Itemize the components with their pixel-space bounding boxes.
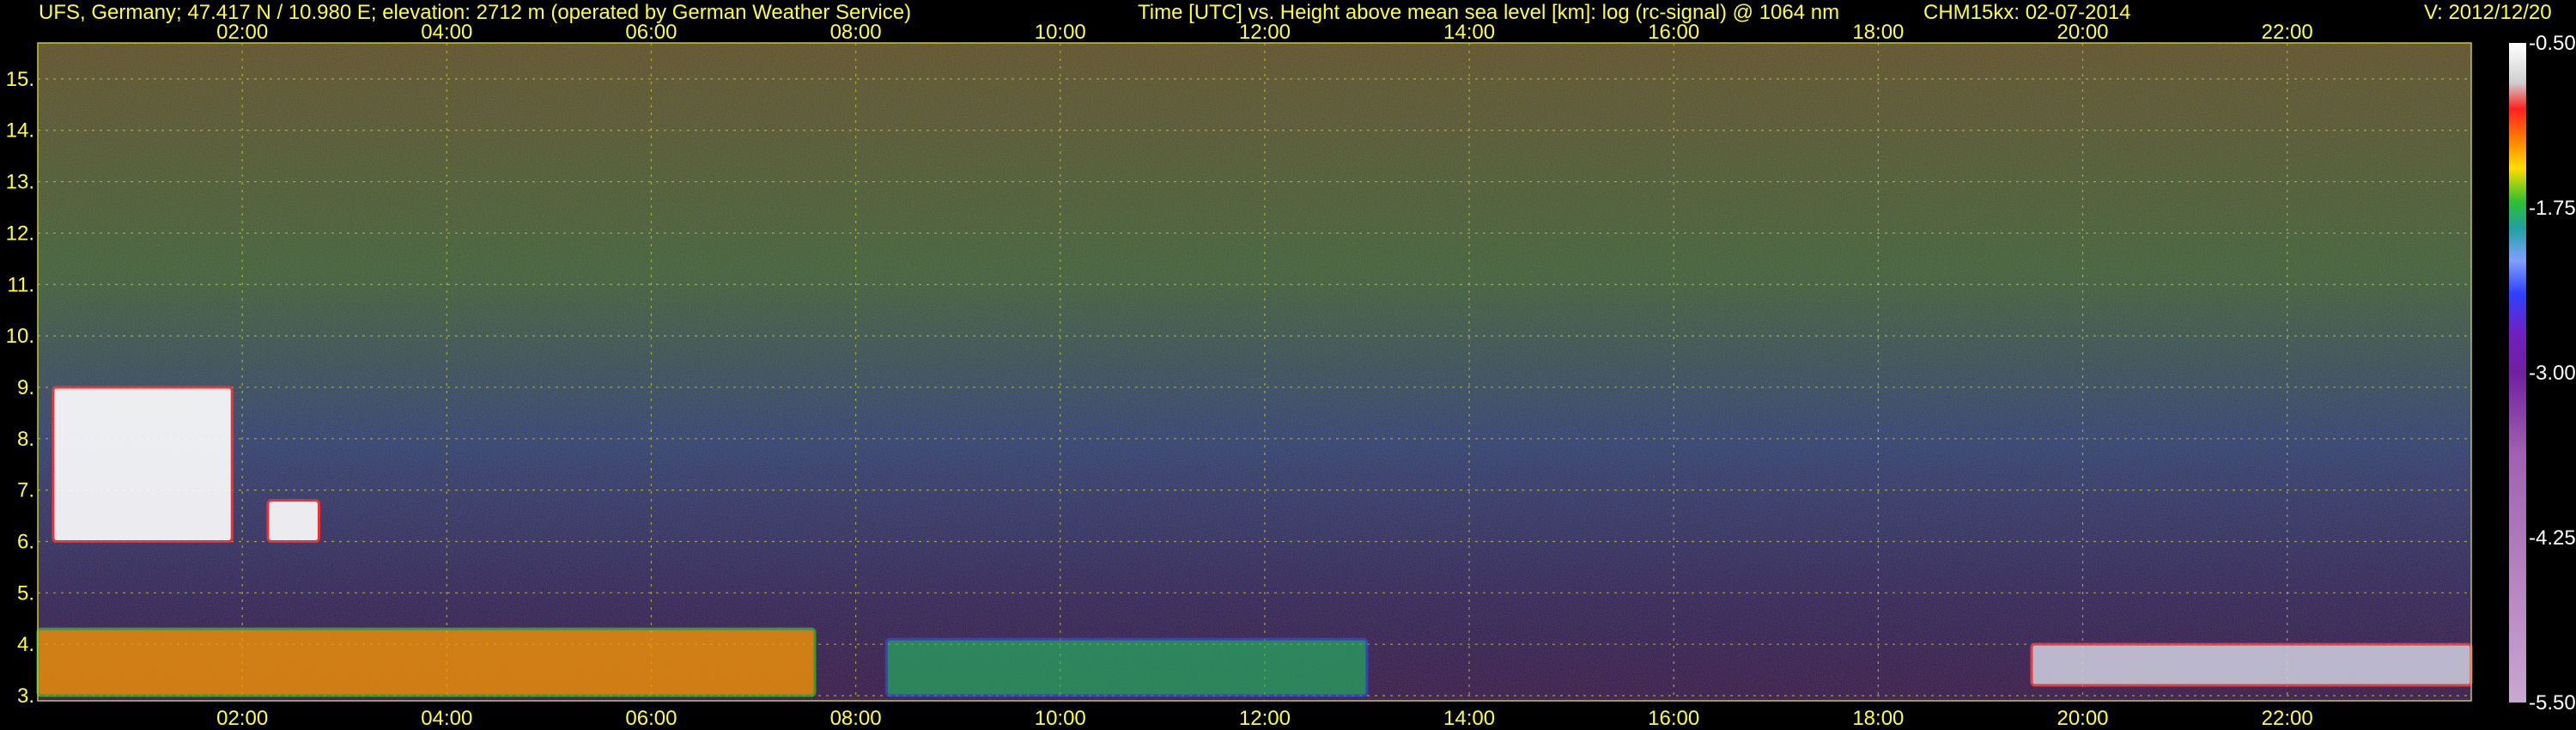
x-tick-label-bottom: 02:00: [216, 707, 268, 730]
colorbar-tick-label: -0.50: [2529, 32, 2576, 55]
x-tick-label-bottom: 10:00: [1035, 707, 1086, 730]
x-tick-label-top: 06:00: [625, 21, 677, 44]
colorbar-tick-label: -3.00: [2529, 362, 2576, 385]
x-tick-label-top: 08:00: [830, 21, 882, 44]
y-tick-label: 3.: [17, 684, 34, 708]
x-tick-label-top: 14:00: [1443, 21, 1495, 44]
y-tick-label: 12.: [6, 222, 34, 245]
y-tick-label: 13.: [6, 171, 34, 194]
feature-evening-layer: [2030, 642, 2473, 687]
x-tick-label-top: 22:00: [2262, 21, 2313, 44]
y-tick-label: 11.: [7, 273, 34, 296]
x-tick-label-bottom: 20:00: [2057, 707, 2108, 730]
x-tick-label-bottom: 16:00: [1648, 707, 1699, 730]
x-tick-label-bottom: 08:00: [830, 707, 882, 730]
colorbar-tick-label: -4.25: [2529, 526, 2576, 550]
x-tick-label-bottom: 04:00: [421, 707, 472, 730]
y-tick-label: 10.: [6, 325, 34, 348]
y-tick-label: 14.: [6, 119, 34, 143]
x-tick-label-top: 16:00: [1648, 21, 1699, 44]
x-tick-label-top: 20:00: [2057, 21, 2108, 44]
y-tick-label: 8.: [17, 428, 34, 451]
y-tick-label: 5.: [17, 581, 34, 605]
y-tick-label: 9.: [17, 376, 34, 399]
x-tick-label-bottom: 14:00: [1443, 707, 1495, 730]
y-tick-label: 6.: [17, 530, 34, 553]
x-tick-label-top: 18:00: [1852, 21, 1904, 44]
x-tick-label-top: 12:00: [1239, 21, 1291, 44]
y-tick-label: 7.: [17, 479, 34, 502]
x-tick-label-top: 04:00: [421, 21, 472, 44]
feature-convective-plumes: [884, 637, 1369, 697]
noise-texture: [38, 43, 2471, 701]
y-tick-label: 4.: [17, 633, 34, 656]
x-tick-label-bottom: 06:00: [625, 707, 677, 730]
x-tick-label-bottom: 12:00: [1239, 707, 1291, 730]
x-tick-label-top: 10:00: [1035, 21, 1086, 44]
feature-boundary-layer-top: [36, 627, 817, 697]
feature-cirrus-cloud: [52, 386, 234, 543]
lidar-chart: 02:00 02:00 04:00 04:00 06:00 06:00 08:00 08:00…: [6, 21, 2576, 730]
feature-cirrus-cloud: [266, 499, 320, 543]
y-tick-label: 15.: [6, 68, 34, 91]
colorbar-tick-label: -1.75: [2529, 197, 2576, 220]
x-tick-label-bottom: 18:00: [1852, 707, 1904, 730]
colorbar-tick-label: -5.50: [2529, 691, 2576, 715]
colorbar: [2509, 43, 2526, 703]
x-tick-label-top: 02:00: [216, 21, 268, 44]
x-tick-label-bottom: 22:00: [2262, 707, 2313, 730]
